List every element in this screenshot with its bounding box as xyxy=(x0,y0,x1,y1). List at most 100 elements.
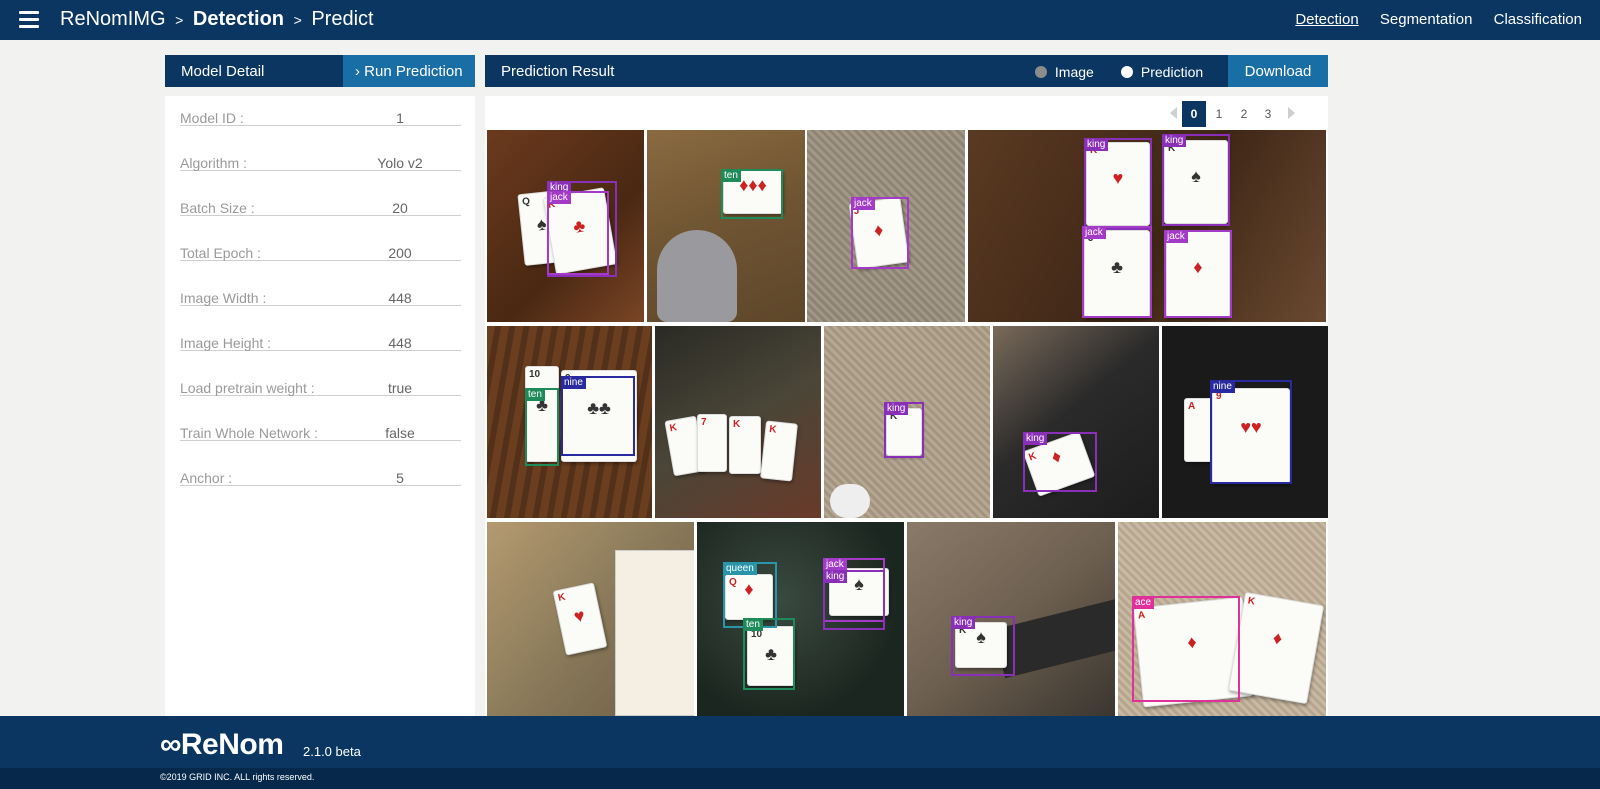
prediction-result-title: Prediction Result xyxy=(501,63,615,80)
field-image-height: Image Height : 448 xyxy=(180,321,461,351)
detection-box: ten xyxy=(721,169,783,219)
field-label: Algorithm : xyxy=(180,155,247,171)
prediction-radio[interactable]: Prediction xyxy=(1121,64,1203,80)
page-2[interactable]: 2 xyxy=(1232,101,1256,127)
detection-box: ten xyxy=(743,618,795,690)
field-algorithm: Algorithm : Yolo v2 xyxy=(180,141,461,171)
detection-box: king xyxy=(951,616,1015,676)
field-anchor: Anchor : 5 xyxy=(180,456,461,486)
run-prediction-button[interactable]: › Run Prediction xyxy=(343,55,475,87)
detection-box: jack xyxy=(1164,230,1232,318)
next-page-icon[interactable] xyxy=(1288,107,1295,119)
image-tile[interactable]: K ♦ king xyxy=(993,326,1159,518)
field-value: 200 xyxy=(388,245,412,261)
field-label: Image Width : xyxy=(180,290,267,306)
detection-label: king xyxy=(823,570,848,583)
pagination: 0 1 2 3 xyxy=(1170,101,1310,127)
prediction-result-header: Prediction Result Image Prediction Downl… xyxy=(485,55,1328,87)
detection-box: jack xyxy=(851,197,909,269)
image-tile[interactable]: A ♦ K ♦ ace xyxy=(1118,522,1326,716)
field-load-pretrain-weight: Load pretrain weight : true xyxy=(180,366,461,396)
field-train-whole-network: Train Whole Network : false xyxy=(180,411,461,441)
detection-label: jack xyxy=(1164,230,1188,243)
image-tile[interactable]: K 7 K K xyxy=(655,326,821,518)
chevron-right-icon: › xyxy=(355,63,360,80)
page-3[interactable]: 3 xyxy=(1256,101,1280,127)
image-tile[interactable]: K ♥ xyxy=(487,522,694,716)
detection-label: ten xyxy=(743,618,763,631)
image-tile[interactable]: J ♦ jack xyxy=(807,130,965,322)
detection-label: nine xyxy=(561,376,586,389)
model-detail-panel: Model ID : 1 Algorithm : Yolo v2 Batch S… xyxy=(165,96,475,716)
image-radio[interactable]: Image xyxy=(1035,64,1094,80)
breadcrumb: ReNomIMG > Detection > Predict xyxy=(60,8,374,31)
image-tile[interactable]: ♦♦♦ ten xyxy=(647,130,805,322)
detection-box: king xyxy=(1023,432,1097,492)
field-value: 1 xyxy=(396,110,404,126)
detection-label: king xyxy=(951,616,976,629)
breadcrumb-separator: > xyxy=(293,12,302,28)
radio-unselected-icon xyxy=(1035,66,1047,78)
field-label: Batch Size : xyxy=(180,200,255,216)
model-detail-title: Model Detail xyxy=(181,63,265,80)
image-tile[interactable]: A 9 ♥♥ nine xyxy=(1162,326,1328,518)
renom-logo: ∞ReNom xyxy=(160,728,284,761)
field-model-id: Model ID : 1 xyxy=(180,96,461,126)
image-tile[interactable]: 10♣ 9♣♣ ten nine xyxy=(487,326,652,518)
breadcrumb-app[interactable]: ReNomIMG xyxy=(60,8,166,30)
top-nav: Detection Segmentation Classification xyxy=(1278,11,1582,28)
image-tile[interactable]: Q♦ K♠ 10♣ queen jack king ten xyxy=(697,522,904,716)
image-tile[interactable]: K king xyxy=(824,326,990,518)
breadcrumb-separator: > xyxy=(175,12,184,28)
nav-classification[interactable]: Classification xyxy=(1494,11,1582,28)
field-label: Load pretrain weight : xyxy=(180,380,315,396)
model-detail-header: Model Detail › Run Prediction xyxy=(165,55,475,87)
image-tile[interactable]: K♥ K♠ J♣ J♦ king king jack jack xyxy=(968,130,1326,322)
breadcrumb-section[interactable]: Detection xyxy=(193,8,284,30)
field-value: true xyxy=(387,380,413,396)
image-tile[interactable]: K ♠ king xyxy=(907,522,1115,716)
detection-label: jack xyxy=(851,197,875,210)
field-label: Anchor : xyxy=(180,470,233,486)
detection-label: king xyxy=(1162,134,1187,147)
download-button[interactable]: Download xyxy=(1228,55,1328,87)
detection-box: ace xyxy=(1132,596,1240,702)
menu-icon[interactable] xyxy=(19,11,39,29)
nav-detection[interactable]: Detection xyxy=(1295,11,1358,28)
detection-box: jack xyxy=(547,191,609,275)
detection-box: jack xyxy=(1082,226,1152,318)
page-0[interactable]: 0 xyxy=(1182,101,1206,127)
prediction-result-panel: 0 1 2 3 Q ♠ K ♣ king jack ♦♦♦ ten J ♦ jack … xyxy=(485,96,1328,716)
field-value: 448 xyxy=(388,290,412,306)
field-label: Train Whole Network : xyxy=(180,425,318,441)
field-total-epoch: Total Epoch : 200 xyxy=(180,231,461,261)
playing-card-image: K xyxy=(729,416,761,474)
top-bar: ReNomIMG > Detection > Predict Detection… xyxy=(0,0,1600,40)
radio-selected-icon xyxy=(1121,66,1133,78)
field-label: Model ID : xyxy=(180,110,244,126)
detection-label: ace xyxy=(1132,596,1155,609)
detection-label: king xyxy=(884,402,909,415)
detection-label: queen xyxy=(723,562,757,575)
detection-label: king xyxy=(1084,138,1109,151)
plush-toy-image xyxy=(657,230,737,322)
page-1[interactable]: 1 xyxy=(1207,101,1231,127)
detection-box: king xyxy=(823,570,885,630)
sock-image xyxy=(830,484,870,518)
detection-label: ten xyxy=(525,388,545,401)
field-value: 448 xyxy=(388,335,412,351)
field-image-width: Image Width : 448 xyxy=(180,276,461,306)
detection-box: ten xyxy=(525,388,559,466)
detection-box: king xyxy=(1084,138,1152,230)
playing-card-image: K ♦ xyxy=(1227,591,1325,705)
field-label: Image Height : xyxy=(180,335,272,351)
breadcrumb-page: Predict xyxy=(311,8,374,30)
nav-segmentation[interactable]: Segmentation xyxy=(1380,11,1473,28)
detection-label: nine xyxy=(1210,380,1235,393)
detection-box: king xyxy=(1162,134,1230,226)
copyright-text: ©2019 GRID INC. ALL rights reserved. xyxy=(160,772,315,782)
image-tile[interactable]: Q ♠ K ♣ king jack xyxy=(487,130,644,322)
detection-label: jack xyxy=(1082,226,1106,239)
field-value: 5 xyxy=(396,470,404,486)
prev-page-icon[interactable] xyxy=(1170,107,1177,119)
